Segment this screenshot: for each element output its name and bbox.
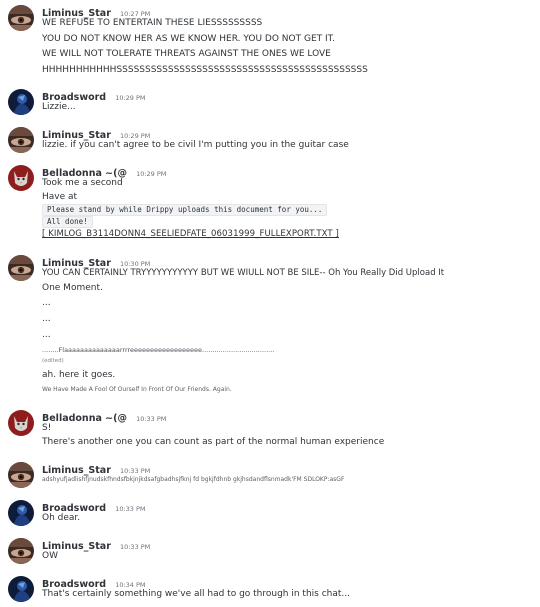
message-text: YOU CAN CERTAINLY TRYYYYYYYYYYY BUT WE W… xyxy=(42,268,445,278)
code-line: All done! xyxy=(42,216,93,228)
message-header: Liminus_Star 10:33 PM xyxy=(42,538,150,553)
liminus-eye-avatar[interactable] xyxy=(8,255,34,281)
eye-icon xyxy=(8,462,34,488)
message-text: S! xyxy=(42,423,52,433)
code-line: Please stand by while Drippy uploads thi… xyxy=(42,204,328,216)
timestamp: 10:33 PM xyxy=(115,505,146,513)
timestamp: 10:33 PM xyxy=(136,415,167,423)
liminus-eye-avatar[interactable] xyxy=(8,462,34,488)
message-text: YOU DO NOT KNOW HER AS WE KNOW HER. YOU … xyxy=(42,34,335,44)
message-header: Belladonna ~(@ 10:33 PM xyxy=(42,410,166,425)
message-text: HHHHHHHHHHHSSSSSSSSSSSSSSSSSSSSSSSSSSSSS… xyxy=(42,65,368,75)
liminus-eye-avatar[interactable] xyxy=(8,538,34,564)
eye-icon xyxy=(8,538,34,564)
attachment-row: [ KIMLOG_B3114DONN4_SEELIEDFATE_06031999… xyxy=(42,228,339,240)
eye-icon xyxy=(8,255,34,281)
message-text: ........Flaaaaaaaaaaaaaarrrreeeeeeeeeeee… xyxy=(42,346,275,354)
message-text: Have at xyxy=(42,192,78,202)
blue-figure-icon xyxy=(8,89,34,115)
blue-figure-icon xyxy=(8,500,34,526)
belladonna-avatar[interactable] xyxy=(8,165,34,191)
blue-figure-icon xyxy=(8,576,34,602)
cat-icon xyxy=(8,165,34,191)
broadsword-avatar[interactable] xyxy=(8,89,34,115)
message-text: Took me a second xyxy=(42,178,123,188)
message-text: We Have Made A Fool Of Ourself In Front … xyxy=(42,386,232,393)
timestamp: 10:29 PM xyxy=(115,94,146,102)
belladonna-avatar[interactable] xyxy=(8,410,34,436)
message-text: lizzie. if you can't agree to be civil I… xyxy=(42,140,349,150)
liminus-eye-avatar[interactable] xyxy=(8,5,34,31)
message-text: OW xyxy=(42,551,58,561)
cat-icon xyxy=(8,410,34,436)
eye-icon xyxy=(8,127,34,153)
message-text: WE WILL NOT TOLERATE THREATS AGAINST THE… xyxy=(42,49,331,59)
broadsword-avatar[interactable] xyxy=(8,500,34,526)
message-text: adshyufjadlishfjnudskfhndsfbkjnjkdsafgba… xyxy=(42,476,345,483)
message-text: One Moment. xyxy=(42,283,103,293)
chat-log: Liminus_Star 10:27 PM WE REFUSE TO ENTER… xyxy=(0,0,540,607)
file-attachment-link[interactable]: [ KIMLOG_B3114DONN4_SEELIEDFATE_06031999… xyxy=(42,229,339,239)
broadsword-avatar[interactable] xyxy=(8,576,34,602)
message-text: That's certainly something we've all had… xyxy=(42,589,350,599)
message-text: ... xyxy=(42,314,51,324)
username[interactable]: Belladonna ~(@ xyxy=(42,413,127,424)
message-text: ... xyxy=(42,330,51,340)
message-text: Oh dear. xyxy=(42,513,81,523)
message-text: Lizzie... xyxy=(42,102,76,112)
timestamp: 10:29 PM xyxy=(136,170,167,178)
inline-code: Please stand by while Drippy uploads thi… xyxy=(42,204,328,216)
eye-icon xyxy=(8,5,34,31)
timestamp: 10:33 PM xyxy=(119,543,151,551)
message-text: WE REFUSE TO ENTERTAIN THESE LIESSSSSSSS… xyxy=(42,18,263,28)
message-text: There's another one you can count as par… xyxy=(42,437,385,447)
message-text: ah. here it goes. xyxy=(42,370,116,380)
edited-indicator: (edited) xyxy=(42,358,64,364)
liminus-eye-avatar[interactable] xyxy=(8,127,34,153)
message-text: ... xyxy=(42,298,51,308)
inline-code: All done! xyxy=(42,216,93,228)
